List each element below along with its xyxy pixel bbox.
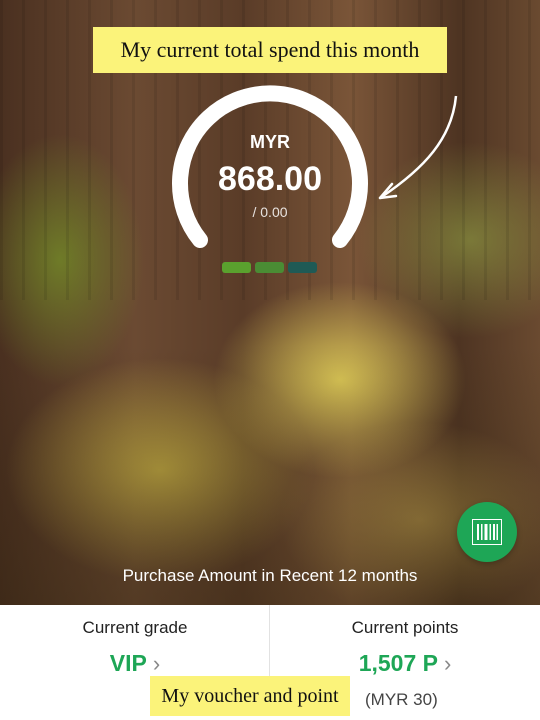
barcode-icon — [472, 519, 502, 545]
purchase-amount-label: Purchase Amount in Recent 12 months — [122, 566, 418, 585]
gauge-amount: 868.00 — [218, 160, 322, 198]
current-grade-link[interactable]: VIP › — [0, 650, 270, 677]
chevron-right-icon: › — [152, 651, 161, 676]
current-grade-label: Current grade — [82, 618, 188, 637]
level-segment-3 — [288, 262, 317, 273]
current-points-label: Current points — [351, 618, 459, 637]
current-points-link[interactable]: 1,507 P › — [270, 650, 540, 677]
level-indicator — [222, 262, 317, 273]
current-points-value: 1,507 P — [358, 650, 438, 676]
level-segment-1 — [222, 262, 251, 273]
gauge-target: / 0.00 — [252, 204, 288, 220]
points-value-myr: (MYR 30) — [365, 690, 438, 709]
gauge-currency: MYR — [250, 132, 290, 152]
barcode-button[interactable] — [457, 502, 517, 562]
annotation-bottom: My voucher and point — [150, 676, 350, 716]
annotation-top: My current total spend this month — [93, 27, 447, 73]
level-segment-2 — [255, 262, 284, 273]
current-grade-value: VIP — [109, 650, 147, 676]
chevron-right-icon: › — [443, 651, 452, 676]
